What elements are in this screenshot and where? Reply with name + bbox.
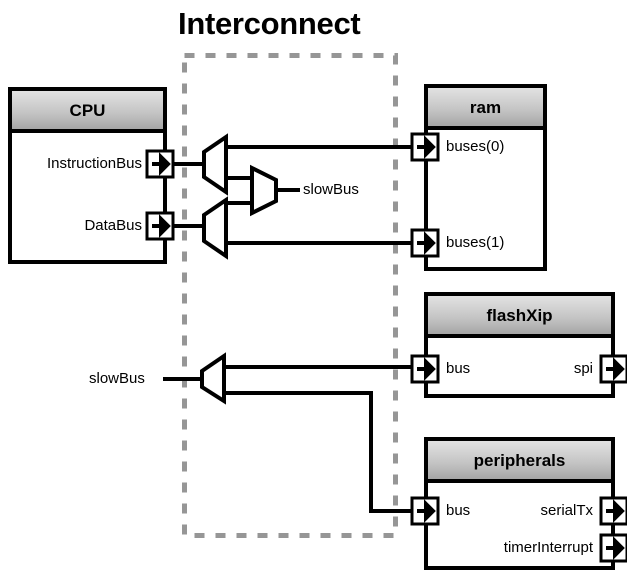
port-label-timerinterrupt: timerInterrupt xyxy=(503,539,593,556)
mux-slowbus-fanout-shape[interactable] xyxy=(200,352,226,405)
port-label-instructionbus: InstructionBus xyxy=(46,155,142,172)
port-peripherals-serialtx[interactable] xyxy=(599,496,627,526)
port-label-buses0: buses(0) xyxy=(446,138,505,155)
port-ram-buses0[interactable] xyxy=(410,132,440,162)
page-title: Interconnect xyxy=(178,6,361,41)
port-label-flashxip-spi: spi xyxy=(573,360,593,377)
diagram-graphics-layer xyxy=(8,53,627,570)
port-label-serialtx: serialTx xyxy=(540,502,593,519)
mux-slowbus-arbiter-shape[interactable] xyxy=(250,164,278,217)
mux-instruction-shape[interactable] xyxy=(202,133,228,196)
port-peripherals-bus[interactable] xyxy=(410,496,440,526)
interconnect-boundary xyxy=(182,53,398,538)
port-ram-buses1[interactable] xyxy=(410,228,440,258)
port-label-peripherals-bus: bus xyxy=(446,502,471,519)
port-label-flashxip-bus: bus xyxy=(446,360,471,377)
port-label-buses1: buses(1) xyxy=(446,234,505,251)
component-title-cpu: CPU xyxy=(69,101,106,120)
wire-group xyxy=(163,145,420,513)
port-label-databus: DataBus xyxy=(84,217,142,234)
component-title-ram: ram xyxy=(469,98,502,117)
diagram-canvas: Interconnect CPU InstructionBus DataBus … xyxy=(0,0,627,573)
port-flashxip-spi[interactable] xyxy=(599,354,627,384)
port-peripherals-timerinterrupt[interactable] xyxy=(599,533,627,563)
component-title-peripherals: peripherals xyxy=(473,451,566,470)
wire-fanout-to-peripherals xyxy=(224,391,420,513)
port-cpu-instructionbus[interactable] xyxy=(145,149,175,179)
port-cpu-databus[interactable] xyxy=(145,211,175,241)
mux-data-shape[interactable] xyxy=(202,196,228,260)
component-title-flashxip: flashXip xyxy=(486,306,553,325)
wire-label-slowbus-fanout: slowBus xyxy=(89,370,145,387)
port-flashxip-bus[interactable] xyxy=(410,354,440,384)
wire-label-slowbus-arbiter: slowBus xyxy=(303,181,359,198)
